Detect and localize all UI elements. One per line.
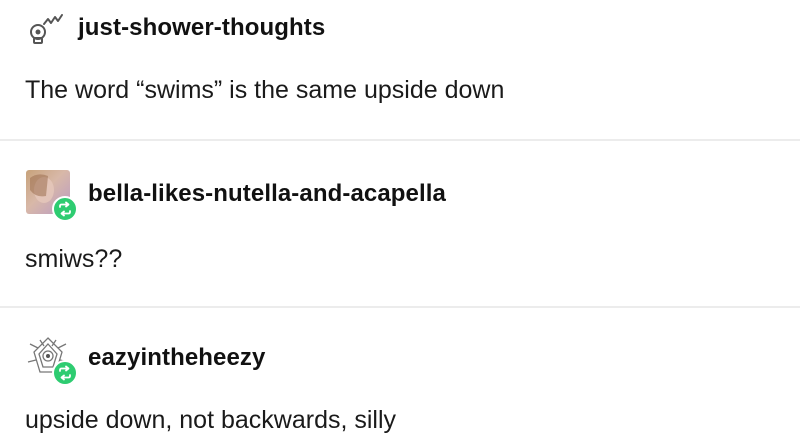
post-text: The word “swims” is the same upside down — [25, 76, 505, 104]
post-header: bella-likes-nutella-and-acapella — [22, 168, 446, 222]
post-text: smiws?? — [25, 245, 123, 273]
post-text: upside down, not backwards, silly — [25, 406, 397, 434]
post-reblog: bella-likes-nutella-and-acapella smiws?? — [0, 140, 800, 306]
reblog-thread: just-shower-thoughts The word “swims” is… — [0, 0, 800, 434]
username[interactable]: just-shower-thoughts — [78, 14, 325, 42]
post-reblog: eazyintheheezy upside down, not backward… — [0, 308, 800, 434]
username[interactable]: eazyintheheezy — [88, 344, 265, 372]
post-header: just-shower-thoughts — [22, 2, 325, 54]
avatar[interactable] — [22, 332, 78, 386]
lightbulb-avatar-icon[interactable] — [22, 2, 74, 54]
post-original: just-shower-thoughts The word “swims” is… — [0, 0, 800, 138]
username[interactable]: bella-likes-nutella-and-acapella — [88, 180, 446, 208]
post-header: eazyintheheezy — [22, 332, 265, 386]
avatar[interactable] — [22, 168, 78, 222]
reblog-badge-icon — [52, 196, 78, 222]
reblog-badge-icon — [52, 360, 78, 386]
